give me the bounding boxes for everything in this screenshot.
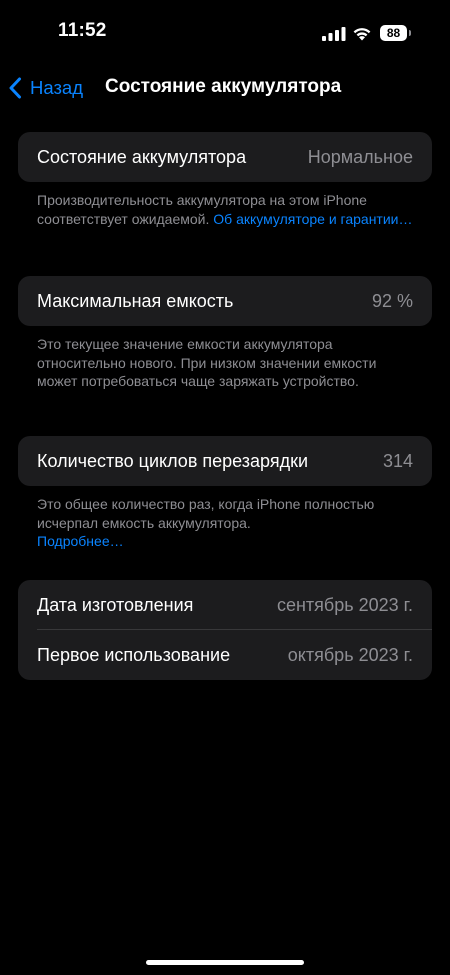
cycle-count-footer: Это общее количество раз, когда iPhone п… (37, 495, 417, 551)
first-use-row: Первое использование октябрь 2023 г. (18, 630, 432, 680)
battery-health-row: Состояние аккумулятора Нормальное (18, 132, 432, 182)
wifi-icon (353, 28, 371, 41)
status-time: 11:52 (58, 20, 107, 41)
max-capacity-group: Максимальная емкость 92 % (18, 276, 432, 326)
battery-cap (409, 30, 411, 36)
cycle-count-label: Количество циклов перезарядки (37, 450, 309, 471)
max-capacity-row: Максимальная емкость 92 % (18, 276, 432, 326)
cycle-count-row: Количество циклов перезарядки 314 (18, 436, 432, 486)
back-label: Назад (30, 77, 84, 98)
battery-health-group: Состояние аккумулятора Нормальное (18, 132, 432, 182)
max-capacity-value: 92 % (371, 290, 413, 311)
cellular-signal-icon (322, 27, 346, 41)
manufacture-date-label: Дата изготовления (37, 594, 194, 615)
battery-health-footer: Производительность аккумулятора на этом … (37, 191, 417, 228)
cycle-count-group: Количество циклов перезарядки 314 (18, 436, 432, 486)
max-capacity-footer-text: Это текущее значение емкости аккумулятор… (37, 336, 377, 389)
max-capacity-footer: Это текущее значение емкости аккумулятор… (37, 335, 417, 391)
cycle-count-value: 314 (382, 450, 413, 471)
back-button[interactable]: Назад (8, 74, 83, 102)
page-title: Состояние аккумулятора (105, 76, 342, 97)
battery-health-value: Нормальное (307, 146, 413, 167)
first-use-label: Первое использование (37, 644, 231, 665)
chevron-left-icon (9, 77, 21, 99)
first-use-value: октябрь 2023 г. (287, 644, 413, 665)
battery-warranty-link[interactable]: Об аккумуляторе и гарантии… (213, 211, 412, 227)
home-indicator[interactable] (146, 960, 304, 965)
battery-icon: 88 (380, 25, 412, 41)
dates-group: Дата изготовления сентябрь 2023 г. Перво… (18, 580, 432, 680)
navigation-bar: Назад Состояние аккумулятора (0, 66, 450, 110)
manufacture-date-row: Дата изготовления сентябрь 2023 г. (18, 580, 432, 630)
max-capacity-label: Максимальная емкость (37, 290, 234, 311)
manufacture-date-value: сентябрь 2023 г. (276, 594, 413, 615)
status-bar: 11:52 88 (0, 0, 450, 66)
battery-health-label: Состояние аккумулятора (37, 146, 247, 167)
cycle-count-footer-text: Это общее количество раз, когда iPhone п… (37, 496, 375, 531)
battery-level: 88 (380, 25, 407, 41)
learn-more-link[interactable]: Подробнее… (37, 533, 124, 549)
